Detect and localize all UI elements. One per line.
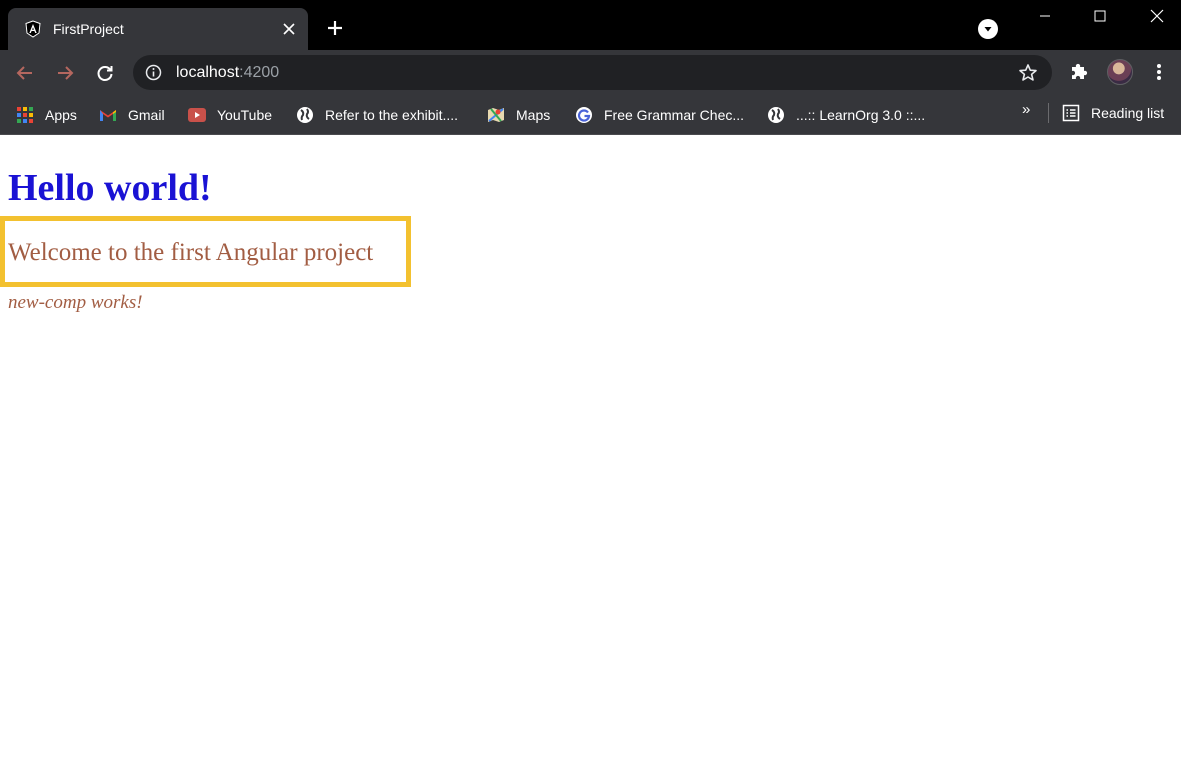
welcome-text: Welcome to the first Angular project [8,239,374,266]
url-host: localhost [176,64,240,81]
forward-button[interactable] [52,60,78,86]
bookmark-star-icon[interactable] [1018,63,1038,83]
tab-strip: FirstProject [0,0,1181,50]
page-viewport: Hello world! Welcome to the first Angula… [0,136,1181,779]
globe-icon [296,106,314,124]
info-icon[interactable] [145,64,162,81]
bookmark-label: Apps [45,107,77,123]
new-tab-button[interactable] [322,15,348,41]
back-button[interactable] [12,60,38,86]
bookmark-maps[interactable]: Maps [487,103,550,127]
url-port: :4200 [239,64,280,81]
minimize-icon [1040,15,1050,17]
youtube-icon [188,106,206,124]
close-window-button[interactable] [1134,0,1180,32]
reading-list-label: Reading list [1091,105,1165,121]
reading-list-icon [1062,104,1080,122]
bookmark-label: Free Grammar Chec... [604,107,745,123]
close-tab-icon[interactable] [279,19,299,39]
page-heading: Hello world! [8,167,212,209]
bookmarks-bar: Apps Gmail YouTube Refer to the exhibit.… [0,95,1181,135]
bookmark-gmail[interactable]: Gmail [99,103,165,127]
angular-icon [24,20,42,38]
address-bar[interactable]: localhost:4200 [133,55,1052,90]
bookmarks-overflow-chevron[interactable]: » [1022,101,1040,123]
maps-icon [487,106,505,124]
tab-search-button[interactable] [978,19,998,39]
bookmark-apps[interactable]: Apps [16,103,77,127]
kebab-menu-icon[interactable] [1150,62,1168,82]
google-icon [575,106,593,124]
bookmark-label: YouTube [217,107,273,123]
plus-icon [328,21,342,35]
tab-title: FirstProject [53,21,124,37]
browser-tab[interactable]: FirstProject [8,8,308,50]
bookmark-label: Gmail [128,107,165,123]
bookmark-learnorg[interactable]: ...:: LearnOrg 3.0 ::... [767,103,925,127]
globe-icon [767,106,785,124]
reload-button[interactable] [92,60,118,86]
bookmarks-divider [1048,103,1049,123]
welcome-highlight-box: Welcome to the first Angular project [0,216,411,287]
bookmark-refer-exhibit[interactable]: Refer to the exhibit.... [296,103,458,127]
chevron-down-icon [984,27,992,32]
puzzle-extensions-icon[interactable] [1068,60,1090,82]
minimize-button[interactable] [1022,0,1068,32]
new-comp-text: new-comp works! [8,292,143,313]
bookmark-youtube[interactable]: YouTube [188,103,272,127]
bookmark-label: ...:: LearnOrg 3.0 ::... [796,107,926,123]
bookmark-label: Refer to the exhibit.... [325,107,459,123]
browser-toolbar: localhost:4200 [0,50,1181,95]
bookmark-free-grammar[interactable]: Free Grammar Chec... [575,103,744,127]
close-icon [1150,9,1164,23]
arrow-left-icon [16,66,32,80]
reload-icon [97,66,113,81]
maximize-button[interactable] [1077,0,1123,32]
maximize-icon [1094,10,1106,22]
reading-list-button[interactable]: Reading list [1062,103,1164,123]
profile-avatar[interactable] [1107,59,1133,85]
arrow-right-icon [58,66,74,80]
url-text: localhost:4200 [176,63,279,82]
apps-grid-icon [16,106,34,124]
gmail-icon [99,106,117,124]
bookmark-label: Maps [516,107,551,123]
